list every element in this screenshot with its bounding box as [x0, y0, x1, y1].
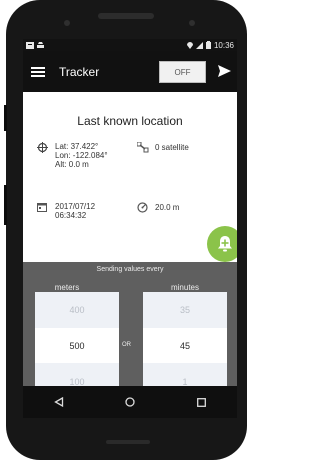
sensor — [189, 20, 195, 26]
add-alert-button[interactable] — [207, 226, 237, 262]
send-icon[interactable] — [218, 65, 231, 77]
calendar-icon — [37, 203, 47, 212]
status-bar: 10:36 — [23, 39, 237, 51]
speaker-grille — [106, 440, 150, 444]
toggle-label: OFF — [174, 67, 191, 77]
recents-icon[interactable] — [197, 397, 207, 407]
tracking-toggle[interactable]: OFF — [159, 61, 206, 83]
meters-label: meters — [54, 283, 80, 292]
accuracy-value: 20.0 m — [155, 203, 180, 212]
navigation-bar — [23, 386, 237, 418]
back-icon[interactable] — [54, 397, 64, 407]
volume-button — [4, 185, 7, 225]
meters-option-above[interactable]: 400 — [35, 292, 119, 327]
screen: 10:36 Tracker OFF Last known location La… — [23, 39, 237, 418]
status-time: 10:36 — [213, 40, 234, 50]
satellite-icon — [137, 142, 149, 153]
crosshair-icon — [37, 142, 48, 153]
minutes-picker[interactable]: 35 45 1 — [143, 292, 227, 399]
or-label: OR — [122, 342, 131, 348]
location-icon — [186, 41, 193, 49]
android-icon — [37, 41, 44, 48]
side-button — [4, 105, 7, 131]
fix-time: 06:34:32 — [55, 211, 87, 220]
earpiece — [98, 13, 154, 19]
minutes-option-selected[interactable]: 45 — [143, 328, 227, 363]
altitude: Alt: 0.0 m — [55, 160, 89, 169]
bell-plus-icon — [218, 236, 232, 252]
minutes-option-above[interactable]: 35 — [143, 292, 227, 327]
satellite-count: 0 satellite — [155, 143, 189, 152]
meters-option-selected[interactable]: 500 — [35, 328, 119, 363]
app-bar: Tracker OFF — [23, 51, 237, 92]
home-icon[interactable] — [125, 397, 136, 407]
card-title: Last known location — [77, 114, 183, 128]
notification-icon — [26, 41, 34, 49]
minutes-label: minutes — [170, 283, 199, 292]
longitude: Lon: -122.084° — [55, 151, 108, 160]
sending-title: Sending values every — [96, 266, 164, 273]
fix-date: 2017/07/12 — [55, 202, 96, 211]
battery-icon — [205, 41, 211, 49]
meters-picker[interactable]: 400 500 100 — [35, 292, 119, 399]
location-card: Last known location Lat: 37.422° Lon: -1… — [23, 92, 237, 262]
signal-icon — [195, 41, 203, 49]
menu-icon[interactable] — [31, 66, 45, 77]
app-title: Tracker — [59, 64, 100, 79]
accuracy-icon — [137, 202, 148, 213]
latitude: Lat: 37.422° — [55, 142, 99, 151]
front-camera — [64, 20, 70, 26]
